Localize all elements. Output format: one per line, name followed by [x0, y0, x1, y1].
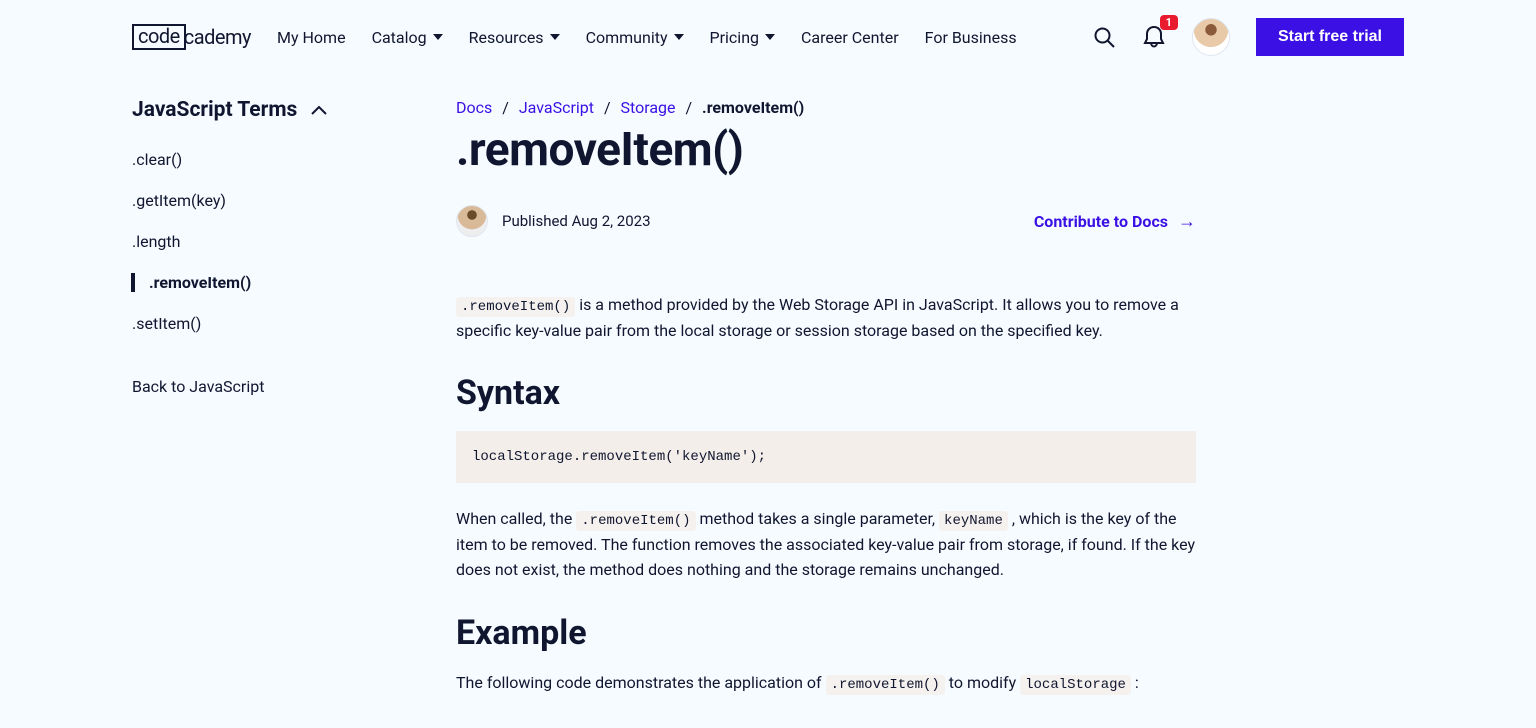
nav-community[interactable]: Community	[586, 28, 684, 47]
nav-label: My Home	[277, 28, 346, 47]
nav-label: Career Center	[801, 28, 899, 47]
article: Docs / JavaScript / Storage / .removeIte…	[456, 98, 1196, 720]
breadcrumb-storage[interactable]: Storage	[621, 98, 676, 117]
sidebar-item-length[interactable]: .length	[132, 232, 396, 251]
meta-row: Published Aug 2, 2023 Contribute to Docs…	[456, 205, 1196, 237]
explain-pre: When called, the	[456, 509, 576, 528]
breadcrumb-current: .removeItem()	[702, 98, 804, 117]
header: code cademy My Home Catalog Resources Co…	[0, 0, 1536, 74]
inline-code: .removeItem()	[456, 297, 575, 317]
chevron-up-icon	[311, 105, 327, 115]
syntax-code-block: localStorage.removeItem('keyName');	[456, 431, 1196, 483]
sidebar-item-clear[interactable]: .clear()	[132, 150, 396, 169]
breadcrumb-separator: /	[685, 98, 692, 117]
nav-label: Pricing	[710, 28, 760, 47]
contribute-label: Contribute to Docs	[1034, 212, 1168, 231]
search-icon[interactable]	[1092, 25, 1116, 49]
logo[interactable]: code cademy	[132, 24, 251, 50]
breadcrumb: Docs / JavaScript / Storage / .removeIte…	[456, 98, 1196, 117]
inline-code: .removeItem()	[576, 511, 695, 531]
sidebar-item-setitem[interactable]: .setItem()	[132, 314, 396, 333]
caret-down-icon	[765, 34, 775, 40]
logo-prefix: code	[132, 24, 186, 50]
content-wrap: JavaScript Terms .clear() .getItem(key) …	[0, 74, 1536, 720]
caret-down-icon	[433, 34, 443, 40]
sidebar-item-getitem[interactable]: .getItem(key)	[132, 191, 396, 210]
published-date: Published Aug 2, 2023	[502, 212, 651, 230]
breadcrumb-javascript[interactable]: JavaScript	[519, 98, 594, 117]
sidebar: JavaScript Terms .clear() .getItem(key) …	[132, 98, 396, 720]
sidebar-list: .clear() .getItem(key) .length .removeIt…	[132, 150, 396, 333]
nav-for-business[interactable]: For Business	[925, 28, 1017, 47]
sidebar-item-removeitem[interactable]: .removeItem()	[131, 273, 396, 292]
inline-code: .removeItem()	[826, 675, 945, 695]
caret-down-icon	[550, 34, 560, 40]
tail-post: :	[1131, 673, 1139, 692]
page-title: .removeItem()	[456, 123, 1196, 177]
notifications-icon[interactable]: 1	[1142, 25, 1166, 49]
explain-paragraph: When called, the .removeItem() method ta…	[456, 507, 1196, 582]
nav-career-center[interactable]: Career Center	[801, 28, 899, 47]
syntax-heading: Syntax	[456, 373, 1196, 413]
contribute-to-docs-link[interactable]: Contribute to Docs →	[1034, 211, 1196, 232]
main-nav: My Home Catalog Resources Community Pric…	[277, 28, 1017, 47]
tail-mid: to modify	[945, 673, 1020, 692]
sidebar-title[interactable]: JavaScript Terms	[132, 98, 396, 122]
meta-left: Published Aug 2, 2023	[456, 205, 651, 237]
nav-label: Community	[586, 28, 668, 47]
notification-badge: 1	[1160, 15, 1178, 30]
nav-label: Catalog	[372, 28, 427, 47]
avatar[interactable]	[1192, 18, 1230, 56]
nav-label: Resources	[469, 28, 544, 47]
author-avatar[interactable]	[456, 205, 488, 237]
breadcrumb-separator: /	[502, 98, 509, 117]
sidebar-title-text: JavaScript Terms	[132, 98, 297, 122]
start-free-trial-button[interactable]: Start free trial	[1256, 18, 1404, 56]
inline-code: localStorage	[1020, 675, 1131, 695]
header-actions: 1 Start free trial	[1092, 18, 1404, 56]
arrow-right-icon: →	[1178, 211, 1196, 232]
tail-pre: The following code demonstrates the appl…	[456, 673, 826, 692]
caret-down-icon	[674, 34, 684, 40]
nav-pricing[interactable]: Pricing	[710, 28, 776, 47]
tail-paragraph: The following code demonstrates the appl…	[456, 671, 1196, 697]
nav-label: For Business	[925, 28, 1017, 47]
nav-catalog[interactable]: Catalog	[372, 28, 443, 47]
breadcrumb-separator: /	[604, 98, 611, 117]
intro-paragraph: .removeItem() is a method provided by th…	[456, 293, 1196, 343]
logo-suffix: cademy	[184, 25, 251, 49]
explain-mid: method takes a single parameter,	[696, 509, 940, 528]
nav-my-home[interactable]: My Home	[277, 28, 346, 47]
breadcrumb-docs[interactable]: Docs	[456, 98, 492, 117]
nav-resources[interactable]: Resources	[469, 28, 560, 47]
back-to-javascript-link[interactable]: Back to JavaScript	[132, 377, 396, 396]
example-heading: Example	[456, 613, 1196, 653]
inline-code: keyName	[939, 511, 1008, 531]
